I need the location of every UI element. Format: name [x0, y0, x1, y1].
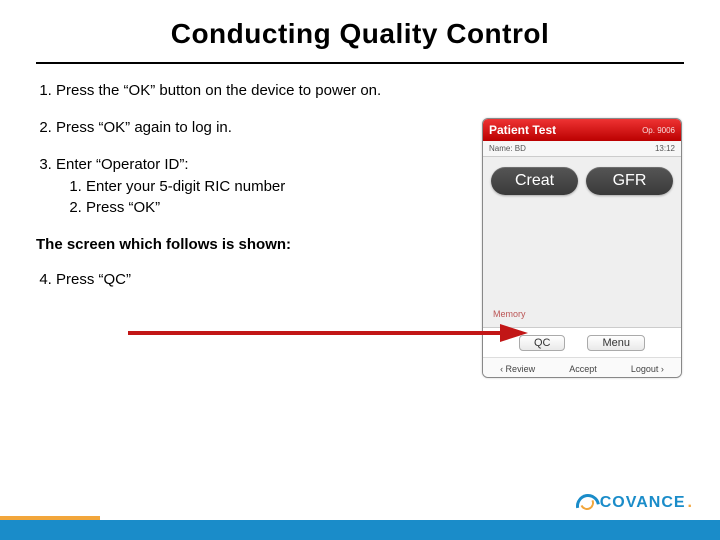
device-sub-time: 13:12: [655, 144, 675, 153]
device-header: Patient Test Op. 9006: [483, 119, 681, 141]
logout-button[interactable]: Logout ›: [631, 364, 664, 374]
callout-arrow: [128, 326, 528, 340]
page-title: Conducting Quality Control: [0, 18, 720, 50]
device-subheader: Name: BD 13:12: [483, 141, 681, 157]
footer-bar: [0, 520, 720, 540]
brand-name: COVANCE: [600, 494, 686, 512]
device-footer-row2: ‹ Review Accept Logout ›: [483, 357, 681, 378]
device-memory-label: Memory: [493, 309, 526, 319]
device-option-row: Creat GFR: [491, 167, 673, 195]
device-header-title: Patient Test: [489, 123, 556, 137]
brand-dot: .: [688, 494, 692, 512]
brand-logo: COVANCE .: [576, 494, 692, 512]
device-body: Creat GFR Memory: [483, 157, 681, 327]
menu-button[interactable]: Menu: [587, 335, 645, 351]
gfr-button[interactable]: GFR: [586, 167, 673, 195]
device-footer-row1: QC Menu: [483, 327, 681, 357]
device-screenshot: Patient Test Op. 9006 Name: BD 13:12 Cre…: [482, 118, 682, 378]
device-header-operator: Op. 9006: [642, 126, 675, 135]
slide: Conducting Quality Control Press the “OK…: [0, 0, 720, 540]
review-button[interactable]: ‹ Review: [500, 364, 535, 374]
step-3-text: Enter “Operator ID”:: [56, 156, 189, 173]
device-sub-name: Name: BD: [489, 144, 526, 153]
logo-swirl-icon: [576, 494, 598, 512]
creat-button[interactable]: Creat: [491, 167, 578, 195]
accept-button[interactable]: Accept: [569, 364, 597, 374]
arrow-line: [128, 331, 500, 335]
title-divider: [36, 62, 684, 64]
step-1: Press the “OK” button on the device to p…: [56, 82, 684, 101]
qc-button[interactable]: QC: [519, 335, 566, 351]
